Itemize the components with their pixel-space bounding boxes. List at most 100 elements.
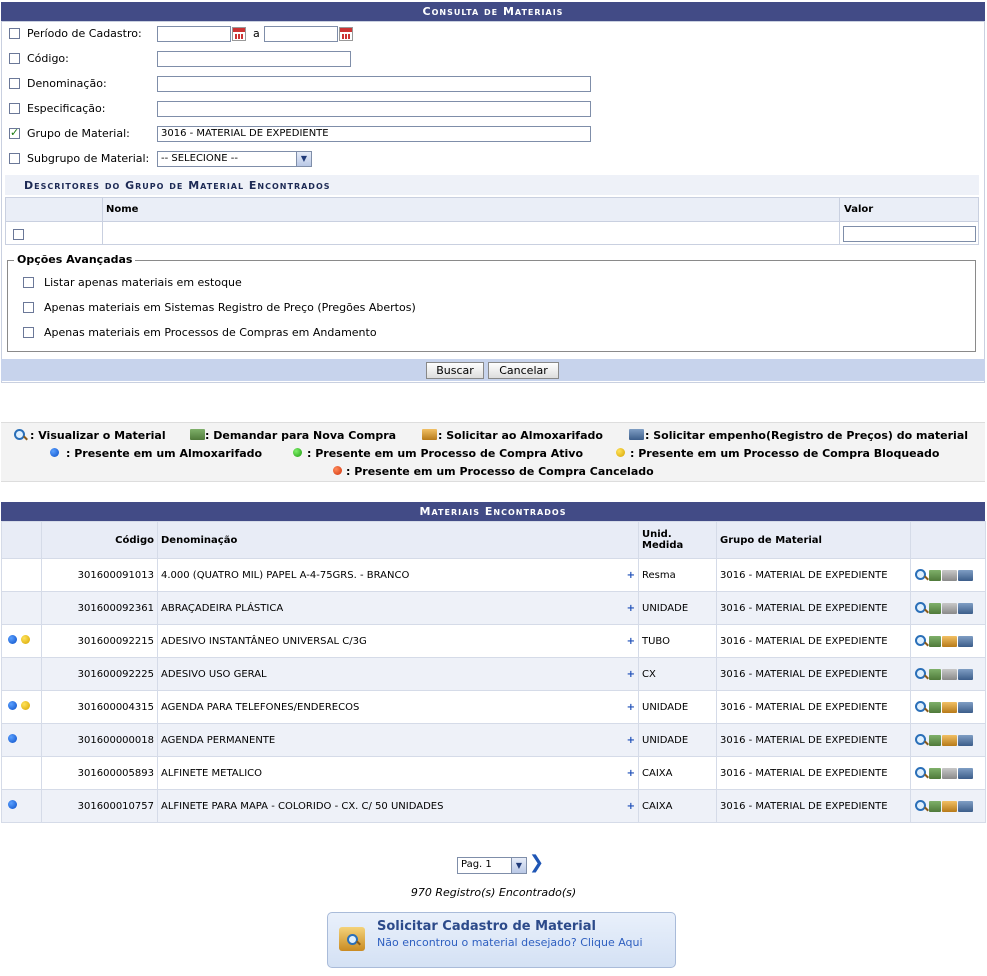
yellow-dot-icon xyxy=(21,701,30,710)
opcao-processos-checkbox[interactable] xyxy=(23,327,34,338)
cell-actions xyxy=(910,558,986,592)
table-header-row: Código Denominação Unid. Medida Grupo de … xyxy=(1,521,986,559)
solicitar-link[interactable]: Não encontrou o material desejado? Cliqu… xyxy=(377,936,643,949)
subgrupo-checkbox[interactable] xyxy=(9,153,20,164)
codigo-label: Código: xyxy=(27,52,69,65)
demandar-compra-icon[interactable] xyxy=(929,635,941,647)
plus-icon[interactable]: + xyxy=(627,702,635,713)
denominacao-checkbox[interactable] xyxy=(9,78,20,89)
visualizar-icon[interactable] xyxy=(914,634,928,648)
subgrupo-selected: -- SELECIONE -- xyxy=(161,153,238,164)
solicitar-empenho-icon[interactable] xyxy=(958,800,973,812)
page-select[interactable]: Pag. 1 ▼ xyxy=(457,857,527,874)
demandar-compra-icon[interactable] xyxy=(929,602,941,614)
demandar-compra-icon[interactable] xyxy=(929,767,941,779)
demandar-compra-icon[interactable] xyxy=(929,800,941,812)
denominacao-label: Denominação: xyxy=(27,77,107,90)
periodo-inicio-input[interactable] xyxy=(157,26,231,42)
cell-actions xyxy=(910,756,986,790)
cell-codigo: 301600091013 xyxy=(41,558,158,592)
demandar-compra-icon[interactable] xyxy=(929,569,941,581)
status-dots xyxy=(1,723,42,757)
descritor-checkbox[interactable] xyxy=(13,229,24,240)
cell-denominacao: AGENDA PARA TELEFONES/ENDERECOS + xyxy=(157,690,639,724)
visualizar-icon[interactable] xyxy=(914,568,928,582)
cell-grupo: 3016 - MATERIAL DE EXPEDIENTE xyxy=(716,756,911,790)
solicitar-almoxarifado-icon[interactable] xyxy=(942,602,957,614)
grupo-input[interactable]: 3016 - MATERIAL DE EXPEDIENTE xyxy=(157,126,591,142)
opcao-registro-preco-checkbox[interactable] xyxy=(23,302,34,313)
especificacao-input[interactable] xyxy=(157,101,591,117)
descritores-table: Nome Valor xyxy=(5,197,979,245)
solicitar-empenho-icon[interactable] xyxy=(958,569,973,581)
next-page-icon[interactable]: ❯ xyxy=(529,852,544,873)
cell-denominacao: ALFINETE METALICO + xyxy=(157,756,639,790)
cell-grupo: 3016 - MATERIAL DE EXPEDIENTE xyxy=(716,657,911,691)
solicitar-empenho-icon[interactable] xyxy=(958,734,973,746)
demandar-compra-icon[interactable] xyxy=(929,701,941,713)
green-dot-icon xyxy=(293,448,302,457)
solicitar-cadastro-card[interactable]: Solicitar Cadastro de Material Não encon… xyxy=(327,912,676,968)
grupo-checkbox[interactable] xyxy=(9,126,20,139)
periodo-checkbox[interactable] xyxy=(9,28,20,39)
plus-icon[interactable]: + xyxy=(627,669,635,680)
solicitar-almoxarifado-icon[interactable] xyxy=(942,734,957,746)
solicitar-almoxarifado-icon[interactable] xyxy=(942,668,957,680)
solicitar-empenho-icon[interactable] xyxy=(958,668,973,680)
visualizar-icon[interactable] xyxy=(914,601,928,615)
subgrupo-select[interactable]: -- SELECIONE -- ▼ xyxy=(157,151,312,167)
visualizar-icon[interactable] xyxy=(914,766,928,780)
status-dots xyxy=(1,558,42,592)
cell-unid: TUBO xyxy=(638,624,717,658)
visualizar-icon[interactable] xyxy=(914,700,928,714)
plus-icon[interactable]: + xyxy=(627,801,635,812)
blue-dot-icon xyxy=(8,734,17,743)
box-search-icon xyxy=(339,927,365,951)
solicitar-almoxarifado-icon[interactable] xyxy=(942,569,957,581)
col-grupo: Grupo de Material xyxy=(716,521,911,559)
demandar-compra-icon[interactable] xyxy=(929,734,941,746)
descritores-title: Descritores do Grupo de Material Encontr… xyxy=(24,179,331,192)
visualizar-icon[interactable] xyxy=(914,799,928,813)
opcao-estoque-label: Listar apenas materiais em estoque xyxy=(44,276,242,289)
descritor-valor-input[interactable] xyxy=(843,226,976,242)
cancelar-button[interactable]: Cancelar xyxy=(488,362,559,379)
cell-denominacao: ALFINETE PARA MAPA - COLORIDO - CX. C/ 5… xyxy=(157,789,639,823)
denominacao-input[interactable] xyxy=(157,76,591,92)
demandar-compra-icon[interactable] xyxy=(929,668,941,680)
plus-icon[interactable]: + xyxy=(627,768,635,779)
solicitar-almoxarifado-icon[interactable] xyxy=(942,767,957,779)
calendar-icon[interactable] xyxy=(339,27,353,41)
red-dot-icon xyxy=(333,466,342,475)
codigo-input[interactable] xyxy=(157,51,351,67)
cell-unid: UNIDADE xyxy=(638,591,717,625)
solicitar-almoxarifado-icon[interactable] xyxy=(942,635,957,647)
plus-icon[interactable]: + xyxy=(627,735,635,746)
yellow-dot-icon xyxy=(616,448,625,457)
cell-codigo: 301600004315 xyxy=(41,690,158,724)
blue-dot-icon xyxy=(8,635,17,644)
opcao-estoque-checkbox[interactable] xyxy=(23,277,34,288)
col-denominacao: Denominação xyxy=(157,521,639,559)
plus-icon[interactable]: + xyxy=(627,636,635,647)
legend-visualizar: : Visualizar o Material xyxy=(30,429,166,442)
legend-presente-bloq: : Presente em um Processo de Compra Bloq… xyxy=(630,447,940,460)
calendar-icon[interactable] xyxy=(232,27,246,41)
solicitar-empenho-icon[interactable] xyxy=(958,767,973,779)
solicitar-empenho-icon[interactable] xyxy=(958,635,973,647)
visualizar-icon[interactable] xyxy=(914,733,928,747)
periodo-fim-input[interactable] xyxy=(264,26,338,42)
solicitar-almoxarifado-icon[interactable] xyxy=(942,800,957,812)
visualizar-icon[interactable] xyxy=(914,667,928,681)
plus-icon[interactable]: + xyxy=(627,603,635,614)
cell-codigo: 301600092215 xyxy=(41,624,158,658)
especificacao-checkbox[interactable] xyxy=(9,103,20,114)
plus-icon[interactable]: + xyxy=(627,570,635,581)
solicitar-almoxarifado-icon[interactable] xyxy=(942,701,957,713)
legend-presente-ativo: : Presente em um Processo de Compra Ativ… xyxy=(307,447,584,460)
codigo-checkbox[interactable] xyxy=(9,53,20,64)
solicitar-empenho-icon[interactable] xyxy=(958,701,973,713)
solicitar-empenho-icon[interactable] xyxy=(958,602,973,614)
buscar-button[interactable]: Buscar xyxy=(426,362,484,379)
solicitar-title: Solicitar Cadastro de Material xyxy=(377,919,596,934)
